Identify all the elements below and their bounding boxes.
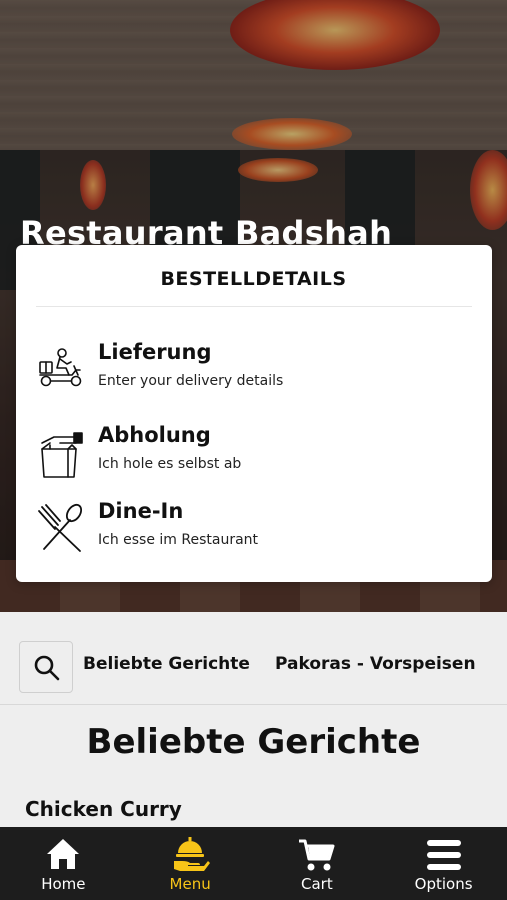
search-icon — [34, 655, 60, 681]
category-tab-pakoras[interactable]: Pakoras - Vorspeisen — [275, 654, 476, 674]
nav-cart-label: Cart — [301, 875, 333, 893]
dine-in-subtitle: Ich esse im Restaurant — [98, 532, 259, 548]
delivery-title: Lieferung — [98, 340, 212, 364]
nav-menu-label: Menu — [169, 875, 211, 893]
delivery-subtitle: Enter your delivery details — [98, 373, 284, 389]
category-search-button[interactable] — [19, 641, 73, 693]
modal-title: BESTELLDETAILS — [160, 268, 347, 290]
pickup-title: Abholung — [98, 423, 211, 447]
dine-in-title: Dine-In — [98, 499, 184, 523]
cart-icon — [297, 835, 337, 875]
bottom-navigation: Home Menu Cart Options — [0, 827, 507, 900]
modal-divider — [36, 306, 472, 307]
category-tab-popular[interactable]: Beliebte Gerichte — [83, 654, 250, 674]
hamburger-menu-icon — [424, 835, 464, 875]
fork-spoon-icon — [36, 503, 86, 553]
takeaway-bag-icon — [36, 427, 86, 478]
menu-content — [0, 612, 507, 827]
nav-options[interactable]: Options — [380, 827, 507, 900]
nav-cart[interactable]: Cart — [254, 827, 381, 900]
dish-name[interactable]: Chicken Curry — [25, 797, 182, 821]
nav-home-label: Home — [41, 875, 86, 893]
nav-home[interactable]: Home — [0, 827, 127, 900]
home-icon — [43, 835, 83, 875]
dine-in-option[interactable]: Dine-In Ich esse im Restaurant — [36, 499, 476, 565]
nav-menu[interactable]: Menu — [127, 827, 254, 900]
section-title: Beliebte Gerichte — [86, 722, 421, 762]
delivery-option[interactable]: Lieferung Enter your delivery details — [36, 340, 476, 406]
serving-hand-icon — [170, 835, 211, 875]
pickup-subtitle: Ich hole es selbst ab — [98, 456, 242, 472]
nav-options-label: Options — [414, 875, 473, 893]
category-divider — [0, 704, 507, 705]
pickup-option[interactable]: Abholung Ich hole es selbst ab — [36, 423, 476, 489]
scooter-delivery-icon — [36, 344, 86, 394]
